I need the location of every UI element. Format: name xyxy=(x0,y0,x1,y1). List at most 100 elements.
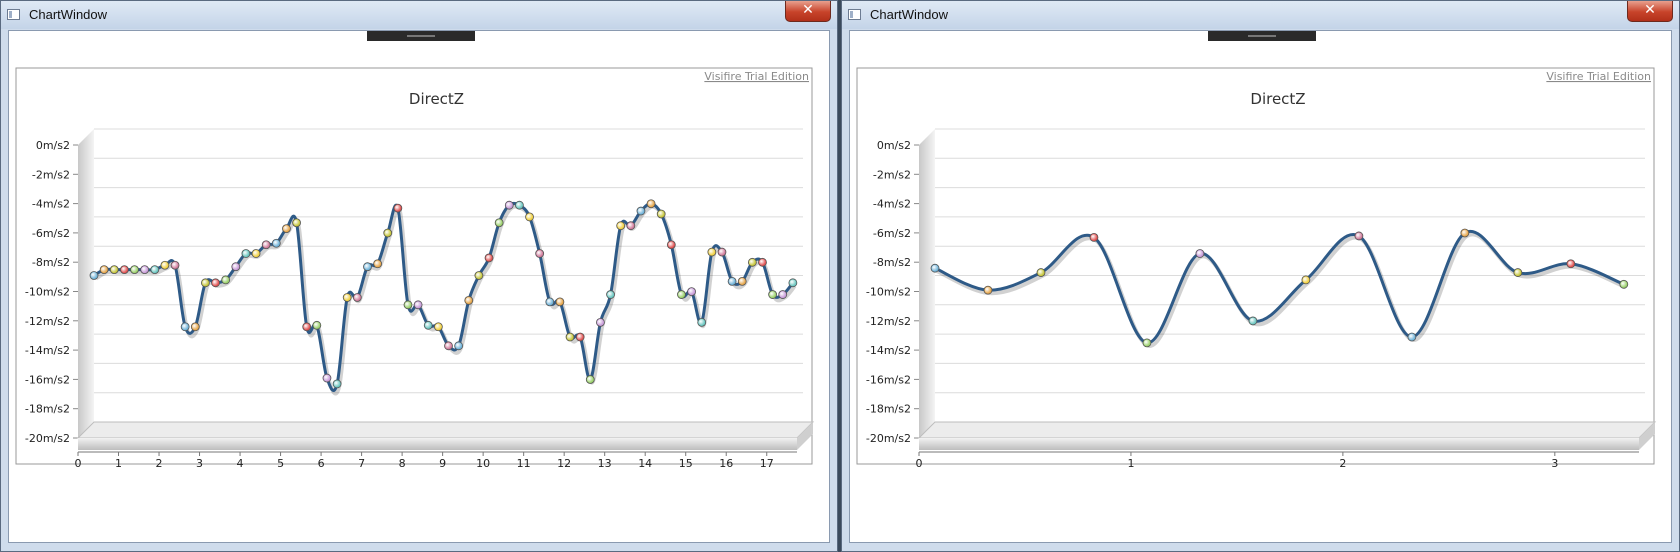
chart-client-area: Visifire Trial Edition DirectZ 0m/s2 -2m/s2… xyxy=(849,30,1672,543)
window-icon xyxy=(848,9,861,20)
x-tick-label: 16 xyxy=(719,457,733,470)
y-tick-label: -20m/s2 xyxy=(25,432,70,445)
y-tick-label: 0m/s2 xyxy=(36,139,70,152)
data-point-highlight xyxy=(475,272,483,279)
data-point-highlight xyxy=(232,263,239,270)
data-point-highlight xyxy=(192,323,199,330)
data-point-highlight xyxy=(485,254,493,262)
y-tick-label: -10m/s2 xyxy=(25,286,70,299)
data-point-highlight xyxy=(1196,250,1204,257)
data-point-highlight xyxy=(333,380,341,388)
y-tick-label: -4m/s2 xyxy=(873,198,911,211)
x-tick-label: 10 xyxy=(476,457,490,470)
data-point-highlight xyxy=(202,279,209,287)
chart-floor-front xyxy=(919,438,1639,450)
y-tick-label: -8m/s2 xyxy=(873,256,911,269)
x-tick-label: 8 xyxy=(399,457,406,470)
x-tick-label: 0 xyxy=(916,457,923,470)
data-point-highlight xyxy=(414,301,422,308)
data-point-highlight xyxy=(445,342,452,350)
data-point-highlight xyxy=(374,260,381,267)
data-point-highlight xyxy=(576,333,584,341)
data-point-highlight xyxy=(1620,281,1628,288)
y-tick-label: -6m/s2 xyxy=(32,227,70,240)
data-point-highlight xyxy=(1143,339,1151,347)
y-tick-label: -12m/s2 xyxy=(866,315,911,328)
y-tick-label: -14m/s2 xyxy=(25,344,70,357)
data-point-highlight xyxy=(1461,229,1469,237)
chart-side-wall xyxy=(919,129,935,438)
data-point-highlight xyxy=(627,222,635,229)
data-point-highlight xyxy=(344,294,351,301)
data-point-highlight xyxy=(1249,317,1257,325)
data-point-highlight xyxy=(90,272,98,279)
data-point-highlight xyxy=(718,248,726,256)
data-point-highlight xyxy=(364,263,371,270)
data-point-highlight xyxy=(536,250,543,257)
x-tick-label: 0 xyxy=(75,457,82,470)
x-tick-label: 1 xyxy=(115,457,122,470)
title-bar[interactable]: ChartWindow ✕ xyxy=(842,1,1679,29)
data-point-highlight xyxy=(323,374,331,382)
x-tick-label: 11 xyxy=(517,457,531,470)
window-title: ChartWindow xyxy=(29,7,108,22)
data-point-highlight xyxy=(141,266,148,273)
data-point-highlight xyxy=(739,278,746,285)
data-point-highlight xyxy=(222,276,229,284)
data-point-highlight xyxy=(1302,276,1310,284)
data-point-highlight xyxy=(789,279,797,287)
data-point-highlight xyxy=(556,298,564,306)
data-point-highlight xyxy=(181,323,189,330)
x-tick-label: 14 xyxy=(638,457,652,470)
data-point-highlight xyxy=(384,229,391,237)
data-point-highlight xyxy=(354,294,361,301)
data-point-highlight xyxy=(131,266,138,273)
y-tick-label: -18m/s2 xyxy=(866,403,911,416)
chart: Visifire Trial Edition DirectZ 0m/s2 -2m/s2… xyxy=(856,67,1657,470)
data-point-highlight xyxy=(121,266,128,273)
data-point-highlight xyxy=(465,297,472,304)
data-point-highlight xyxy=(587,376,594,383)
data-point-highlight xyxy=(708,248,716,256)
x-tick-label: 3 xyxy=(1551,457,1558,470)
data-point-highlight xyxy=(425,322,432,329)
chart-title: DirectZ xyxy=(409,90,464,108)
data-point-highlight xyxy=(455,342,462,350)
y-tick-label: -6m/s2 xyxy=(873,227,911,240)
x-tick-label: 5 xyxy=(277,457,284,470)
y-tick-label: -4m/s2 xyxy=(32,198,70,211)
data-point-highlight xyxy=(607,291,614,298)
y-tick-label: -2m/s2 xyxy=(32,168,70,181)
data-point-highlight xyxy=(779,291,786,298)
data-point-highlight xyxy=(516,201,523,209)
y-tick-label: -14m/s2 xyxy=(866,344,911,357)
trial-watermark: Visifire Trial Edition xyxy=(704,70,809,83)
data-point-highlight xyxy=(293,219,300,226)
chart-floor-top xyxy=(917,421,1657,439)
data-point-highlight xyxy=(262,241,270,248)
close-button[interactable]: ✕ xyxy=(1627,1,1673,22)
data-point-highlight xyxy=(546,298,553,306)
chart-window-right: ChartWindow ✕ Visifire Trial Edition Dire… xyxy=(841,0,1680,552)
data-point-highlight xyxy=(1355,232,1363,240)
close-button[interactable]: ✕ xyxy=(785,1,831,22)
data-point-highlight xyxy=(658,210,665,218)
data-point-highlight xyxy=(931,264,939,272)
data-point-highlight xyxy=(749,259,756,266)
title-bar[interactable]: ChartWindow ✕ xyxy=(1,1,837,29)
x-tick-label: 12 xyxy=(557,457,571,470)
series-line xyxy=(934,229,1625,345)
x-tick-label: 2 xyxy=(1339,457,1346,470)
data-point-highlight xyxy=(617,222,624,229)
data-point-highlight xyxy=(698,319,705,326)
chart-side-wall xyxy=(78,129,94,438)
x-tick-label: 2 xyxy=(156,457,163,470)
y-tick-label: -16m/s2 xyxy=(25,373,70,386)
data-point-highlight xyxy=(303,323,310,330)
y-tick-label: 0m/s2 xyxy=(877,139,911,152)
data-point-highlight xyxy=(242,250,250,257)
chart-window-left: ChartWindow ✕ Visifire Trial Edition Dire… xyxy=(0,0,838,552)
data-point-highlight xyxy=(1408,333,1416,341)
data-point-highlight xyxy=(1090,234,1098,241)
data-point-highlight xyxy=(566,333,574,341)
